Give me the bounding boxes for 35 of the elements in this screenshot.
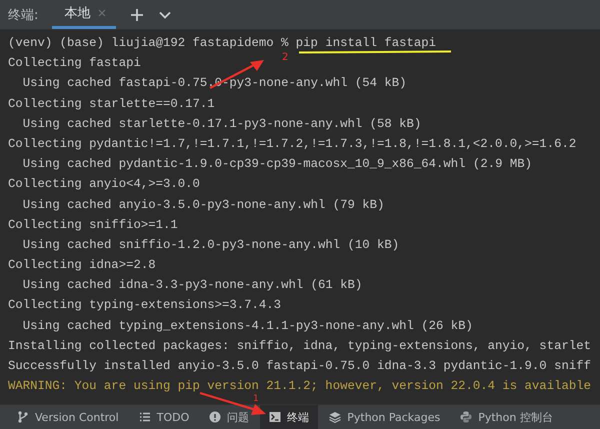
python-icon xyxy=(460,411,472,423)
branch-icon xyxy=(17,411,29,423)
output-line: Using cached pydantic-1.9.0-cp39-cp39-macosx_10_9_x86_64.whl (2.9 MB) xyxy=(22,157,532,172)
output-line: Installing collected packages: sniffio, idna, typing-extensions, anyio, starlet xyxy=(8,338,591,353)
panel-title: 终端: xyxy=(8,6,38,24)
shell-prompt: (venv) (base) liujia@192 fastapidemo % xyxy=(8,36,290,50)
output-line: Collecting starlette==0.17.1 xyxy=(8,96,215,111)
tool-window-button[interactable]: TODO xyxy=(130,405,198,429)
annotation-number: 1 xyxy=(253,395,259,404)
tool-window-button[interactable]: 终端 xyxy=(260,405,318,429)
tool-window-button[interactable]: Version Control xyxy=(8,405,128,429)
output-line: Using cached typing_extensions-4.1.1-py3-none-any.whl (26 kB) xyxy=(22,318,473,333)
output-line: Collecting fastapi xyxy=(8,56,141,70)
output-line: Collecting sniffio>=1.1 xyxy=(8,218,178,232)
annotation-number: 2 xyxy=(282,52,288,63)
list-icon xyxy=(138,411,151,423)
output-line: Collecting pydantic!=1.7,!=1.7.1,!=1.7.2,!=1.7.3,!=1.8,!=1.8.1,<2.0.0,>=1.6.2 xyxy=(8,136,576,151)
output-line: Successfully installed anyio-3.5.0 fastapi-0.75.0 idna-3.3 pydantic-1.9.0 sniff xyxy=(8,359,591,373)
layers-icon xyxy=(329,411,342,423)
tool-window-button[interactable]: Python Packages xyxy=(320,405,450,429)
output-line: Collecting typing-extensions>=3.7.4.3 xyxy=(8,298,282,312)
output-line: Using cached sniffio-1.2.0-py3-none-any.whl (10 kB) xyxy=(22,238,400,252)
terminal-tab[interactable]: 本地 xyxy=(52,0,116,29)
output-line: Using cached starlette-0.17.1-py3-none-any.whl (58 kB) xyxy=(22,116,422,131)
command-text: pip install fastapi xyxy=(296,36,436,50)
terminal-icon xyxy=(269,411,282,423)
output-line: Using cached idna-3.3-py3-none-any.whl (61 kB) xyxy=(22,278,362,292)
output-line: Collecting idna>=2.8 xyxy=(8,258,156,272)
output-line: Collecting anyio<4,>=3.0.0 xyxy=(8,177,200,192)
add-icon[interactable] xyxy=(130,8,144,22)
tool-window-button[interactable]: Python 控制台 xyxy=(451,405,562,429)
tool-window-button[interactable]: 问题 xyxy=(200,405,258,429)
output-line: Using cached anyio-3.5.0-py3-none-any.whl (79 kB) xyxy=(22,198,384,212)
warning-line: WARNING: You are using pip version 21.1.2; however, version 22.0.4 is available xyxy=(8,379,591,394)
info-icon xyxy=(209,411,222,423)
